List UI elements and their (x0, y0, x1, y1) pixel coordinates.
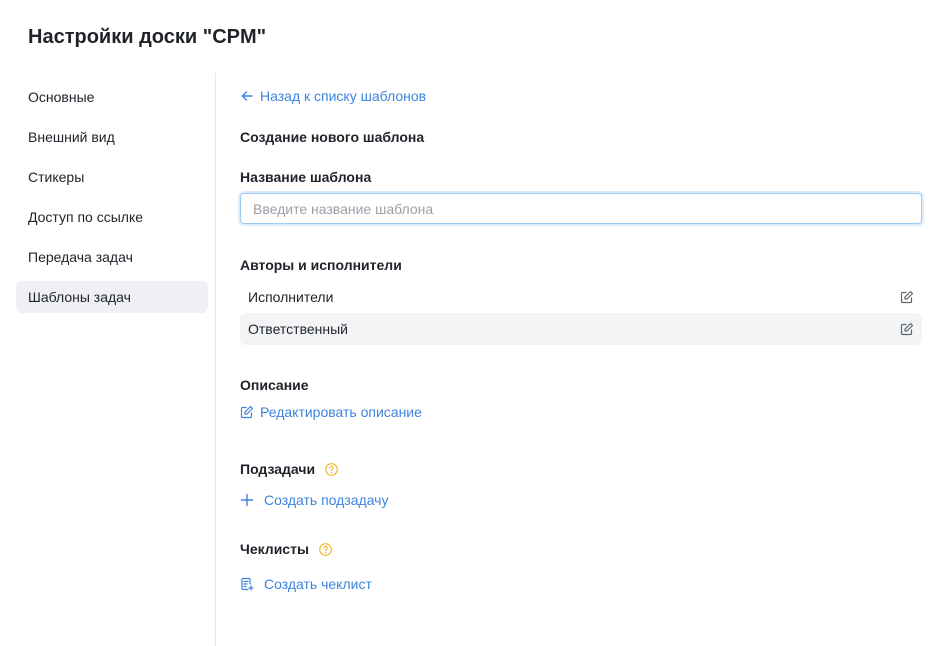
create-subtask-label: Создать подзадачу (264, 492, 389, 508)
role-label-assignees: Исполнители (248, 289, 334, 305)
role-row-assignees: Исполнители (240, 281, 922, 313)
sidebar-item-task-templates[interactable]: Шаблоны задач (16, 281, 208, 313)
page-title: Настройки доски "CPM" (28, 26, 267, 48)
sidebar-divider (215, 73, 216, 646)
sidebar-item-task-transfer[interactable]: Передача задач (16, 241, 208, 273)
edit-responsible-icon[interactable] (900, 322, 914, 336)
plus-icon (240, 493, 254, 507)
description-section-title: Описание (240, 377, 309, 393)
back-to-templates-link[interactable]: Назад к списку шаблонов (240, 88, 426, 104)
sidebar-item-general[interactable]: Основные (16, 81, 208, 113)
pencil-square-icon (240, 405, 254, 419)
roles-section-title: Авторы и исполнители (240, 257, 402, 273)
question-circle-icon[interactable] (325, 462, 338, 476)
checklists-section-title: Чеклисты (240, 541, 332, 557)
edit-description-link[interactable]: Редактировать описание (240, 404, 422, 420)
sidebar-item-link-access[interactable]: Доступ по ссылке (16, 201, 208, 233)
role-row-responsible: Ответственный (240, 313, 922, 345)
create-subtask-link[interactable]: Создать подзадачу (240, 492, 388, 508)
edit-assignees-icon[interactable] (900, 290, 914, 304)
template-name-input[interactable] (240, 193, 922, 224)
checklist-add-icon (240, 577, 254, 591)
edit-description-label: Редактировать описание (260, 404, 422, 420)
role-label-responsible: Ответственный (248, 321, 348, 337)
sidebar-item-stickers[interactable]: Стикеры (16, 161, 208, 193)
form-heading: Создание нового шаблона (240, 129, 425, 145)
subtasks-section-title: Подзадачи (240, 461, 338, 477)
template-name-label: Название шаблона (240, 169, 372, 185)
back-link-label: Назад к списку шаблонов (260, 88, 427, 104)
create-checklist-label: Создать чеклист (264, 576, 372, 592)
arrow-left-icon (240, 89, 254, 103)
checklists-title-label: Чеклисты (240, 541, 309, 557)
subtasks-title-label: Подзадачи (240, 461, 316, 477)
create-checklist-link[interactable]: Создать чеклист (240, 576, 372, 592)
sidebar: Основные Внешний вид Стикеры Доступ по с… (16, 81, 208, 321)
question-circle-icon[interactable] (319, 542, 332, 556)
sidebar-item-appearance[interactable]: Внешний вид (16, 121, 208, 153)
